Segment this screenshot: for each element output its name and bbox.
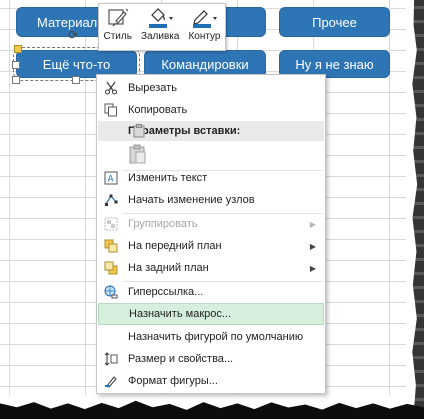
menu-item-edit-text[interactable]: A Изменить текст — [98, 167, 324, 189]
menu-item-cut[interactable]: Вырезать — [98, 77, 324, 99]
scissors-icon — [100, 81, 122, 95]
shape-button-other[interactable]: Прочее — [279, 7, 390, 37]
paint-bucket-icon — [146, 7, 174, 29]
menu-label-group: Группировать — [128, 218, 198, 230]
torn-edge-bottom — [0, 400, 424, 419]
style-label: Стиль — [103, 31, 132, 42]
menu-label-edit-points: Начать изменение узлов — [128, 194, 255, 206]
menu-label-copy: Копировать — [128, 104, 188, 116]
hyperlink-globe-icon — [100, 285, 122, 299]
menu-item-format-shape[interactable]: Формат фигуры... — [98, 370, 324, 392]
paste-options-header: Параметры вставки: — [98, 121, 324, 141]
menu-item-size-props[interactable]: Размер и свойства... — [98, 348, 324, 370]
screenshot-frame: Материал Прочее Ещё что-то Командировки … — [0, 0, 424, 419]
menu-item-send-back[interactable]: На задний план ▶ — [98, 257, 324, 279]
outline-label: Контур — [188, 31, 221, 42]
adjust-handle[interactable] — [14, 45, 22, 53]
menu-label-default-shape: Назначить фигурой по умолчанию — [128, 331, 304, 343]
format-shape-icon — [100, 374, 122, 388]
bring-front-icon — [100, 239, 122, 253]
menu-label-edit-text: Изменить текст — [128, 172, 208, 184]
fill-label: Заливка — [140, 31, 180, 42]
menu-label-send-back: На задний план — [128, 262, 209, 274]
context-menu: Вырезать Копировать Параметры вставки: A — [96, 74, 326, 394]
paste-clipboard-icon — [129, 144, 147, 167]
submenu-arrow-icon: ▶ — [309, 263, 316, 273]
size-properties-icon — [100, 352, 122, 366]
menu-item-group[interactable]: Группировать ▶ — [98, 213, 324, 235]
copy-icon — [100, 103, 122, 117]
paste-option-button[interactable] — [127, 143, 149, 167]
menu-label-cut: Вырезать — [128, 82, 177, 94]
resize-handle-bottom-left[interactable] — [12, 76, 20, 84]
group-icon — [100, 217, 122, 231]
torn-edge-right — [412, 0, 424, 419]
clipboard-small-icon — [132, 124, 146, 141]
outline-button[interactable]: Контур — [188, 7, 221, 42]
menu-label-assign-macro: Назначить макрос... — [129, 308, 232, 320]
resize-handle-bottom[interactable] — [72, 76, 80, 84]
pen-outline-icon — [190, 7, 218, 29]
menu-item-copy[interactable]: Копировать — [98, 99, 324, 121]
text-box-icon: A — [100, 171, 122, 185]
menu-item-bring-front[interactable]: На передний план ▶ — [98, 235, 324, 257]
send-back-icon — [100, 261, 122, 275]
submenu-arrow-icon: ▶ — [309, 219, 316, 229]
rotate-handle-icon[interactable]: ⟳ — [68, 28, 78, 42]
menu-label-format-shape: Формат фигуры... — [128, 375, 218, 387]
menu-item-assign-macro[interactable]: Назначить макрос... — [98, 303, 324, 325]
style-button[interactable]: Стиль — [104, 7, 132, 42]
submenu-arrow-icon: ▶ — [309, 241, 316, 251]
menu-item-default-shape[interactable]: Назначить фигурой по умолчанию — [98, 326, 324, 348]
svg-text:A: A — [108, 175, 115, 185]
menu-item-edit-points[interactable]: Начать изменение узлов — [98, 189, 324, 211]
menu-label-size-props: Размер и свойства... — [128, 353, 234, 365]
menu-item-hyperlink[interactable]: Гиперссылка... — [98, 281, 324, 303]
menu-label-bring-front: На передний план — [128, 240, 222, 252]
menu-label-hyperlink: Гиперссылка... — [128, 286, 204, 298]
mini-toolbar: Стиль Заливка Контур — [98, 3, 226, 51]
style-icon — [107, 7, 129, 29]
resize-handle-left[interactable] — [12, 61, 20, 69]
fill-button[interactable]: Заливка — [140, 7, 180, 42]
edit-points-icon — [100, 193, 122, 207]
